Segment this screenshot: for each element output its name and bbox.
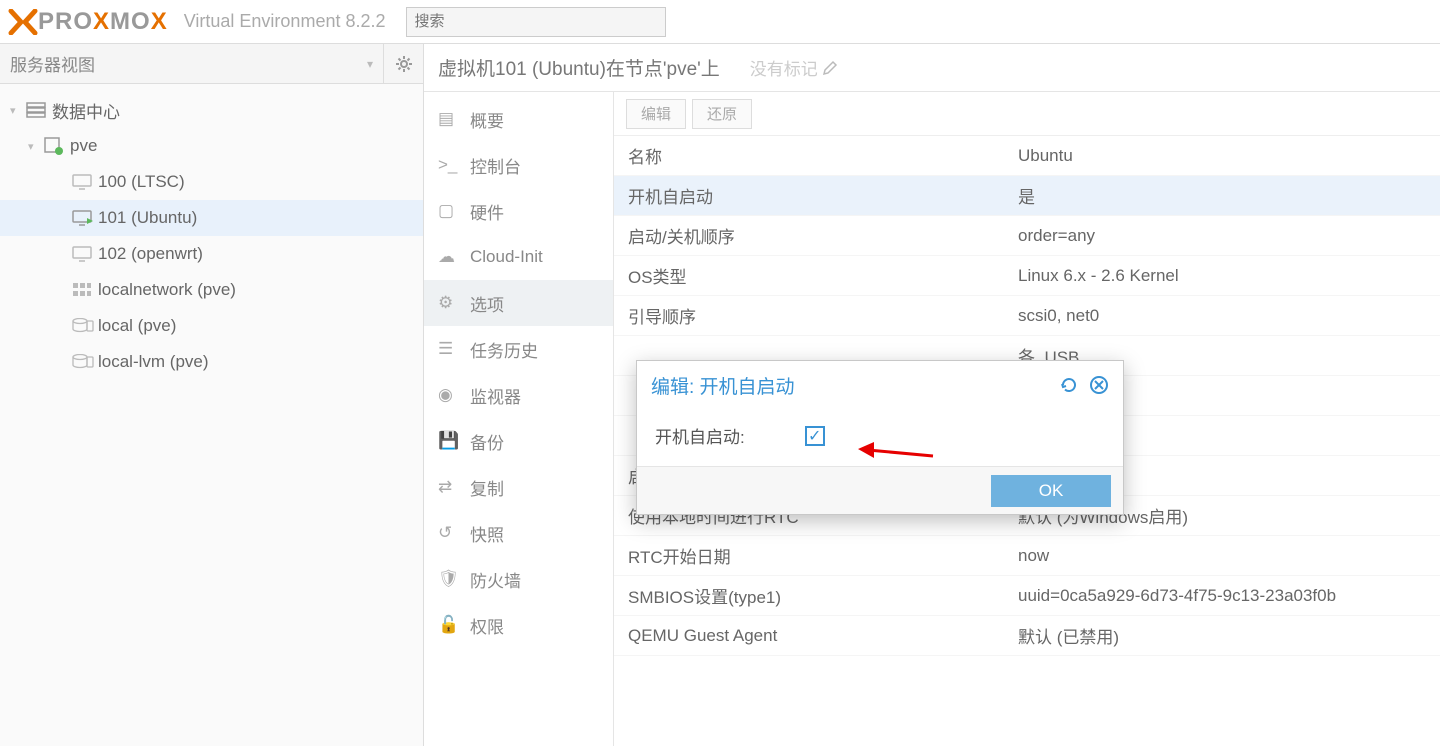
tab-hardware[interactable]: ▢硬件 <box>424 188 613 234</box>
tree-storage-local-lvm[interactable]: local-lvm (pve) <box>0 344 423 380</box>
logo-x-icon <box>8 9 38 35</box>
edit-button[interactable]: 编辑 <box>626 99 686 129</box>
tags-placeholder[interactable]: 没有标记 <box>750 55 838 80</box>
field-label: 开机自启动: <box>655 423 745 448</box>
resource-tree: ▾ 数据中心 ▾ pve 100 (LTSC) 101 (Ubuntu) 102… <box>0 84 423 388</box>
monitor-icon <box>72 174 98 190</box>
cloud-icon: ☁ <box>438 247 458 267</box>
replicate-icon: ⇄ <box>438 477 458 497</box>
close-icon <box>1089 375 1109 395</box>
table-row[interactable]: RTC开始日期now <box>614 536 1440 576</box>
top-bar: PROXMOX Virtual Environment 8.2.2 <box>0 0 1440 44</box>
reset-icon <box>1059 375 1079 395</box>
monitor-running-icon <box>72 210 98 226</box>
settings-gear-button[interactable] <box>383 44 423 84</box>
tree-label: 102 (openwrt) <box>98 244 203 264</box>
tab-replication[interactable]: ⇄复制 <box>424 464 613 510</box>
dialog-titlebar: 编辑: 开机自启动 <box>637 361 1123 409</box>
vm-subnav: ▤概要 >_控制台 ▢硬件 ☁Cloud-Init ⚙选项 ☰任务历史 ◉监视器… <box>424 92 614 746</box>
tree-vm-102[interactable]: 102 (openwrt) <box>0 236 423 272</box>
gear-icon <box>395 55 413 73</box>
tab-summary[interactable]: ▤概要 <box>424 96 613 142</box>
table-row[interactable]: 启动/关机顺序order=any <box>614 216 1440 256</box>
expand-icon: ▾ <box>10 104 26 117</box>
dialog-footer: OK <box>637 466 1123 514</box>
tab-permissions[interactable]: 🔓权限 <box>424 602 613 648</box>
eye-icon: ◉ <box>438 385 458 405</box>
gear-icon: ⚙ <box>438 293 458 313</box>
tree-label: 101 (Ubuntu) <box>98 208 197 228</box>
tab-taskhistory[interactable]: ☰任务历史 <box>424 326 613 372</box>
left-panel: 服务器视图 ▾ ▾ 数据中心 ▾ pve 100 (LTSC) <box>0 44 424 746</box>
tree-label: pve <box>70 136 97 156</box>
datacenter-icon <box>26 102 52 118</box>
tree-label: 100 (LTSC) <box>98 172 185 192</box>
storage-icon <box>72 354 98 370</box>
table-row[interactable]: 名称Ubuntu <box>614 136 1440 176</box>
tree-network[interactable]: localnetwork (pve) <box>0 272 423 308</box>
monitor-icon: ▢ <box>438 201 458 221</box>
tab-cloudinit[interactable]: ☁Cloud-Init <box>424 234 613 280</box>
tree-label: 数据中心 <box>52 98 120 123</box>
tree-label: localnetwork (pve) <box>98 280 236 300</box>
server-icon <box>44 137 70 155</box>
onboot-checkbox[interactable]: ✓ <box>805 426 825 446</box>
env-version: Virtual Environment 8.2.2 <box>184 11 386 32</box>
table-row[interactable]: OS类型Linux 6.x - 2.6 Kernel <box>614 256 1440 296</box>
page-title: 虚拟机101 (Ubuntu)在节点'pve'上 <box>438 54 720 81</box>
table-row[interactable]: SMBIOS设置(type1)uuid=0ca5a929-6d73-4f75-9… <box>614 576 1440 616</box>
tab-options[interactable]: ⚙选项 <box>424 280 613 326</box>
save-icon: 💾 <box>438 431 458 451</box>
network-icon <box>72 282 98 298</box>
pencil-icon <box>822 60 838 76</box>
close-button[interactable] <box>1089 375 1109 395</box>
tree-vm-100[interactable]: 100 (LTSC) <box>0 164 423 200</box>
search-input[interactable] <box>406 7 666 37</box>
content-header: 虚拟机101 (Ubuntu)在节点'pve'上 没有标记 <box>424 44 1440 92</box>
options-toolbar: 编辑 还原 <box>614 92 1440 136</box>
dialog-title-text: 编辑: 开机自启动 <box>651 372 795 399</box>
tab-firewall[interactable]: 🛡防火墙 <box>424 556 613 602</box>
ok-button[interactable]: OK <box>991 475 1111 507</box>
search-box <box>406 7 666 37</box>
view-label: 服务器视图 <box>10 51 95 76</box>
expand-icon: ▾ <box>28 140 44 153</box>
terminal-icon: >_ <box>438 155 458 175</box>
history-icon: ↺ <box>438 523 458 543</box>
logo: PROXMOX <box>0 8 176 36</box>
list-icon: ☰ <box>438 339 458 359</box>
edit-onboot-dialog: 编辑: 开机自启动 开机自启动: ✓ OK <box>636 360 1124 515</box>
tree-vm-101[interactable]: 101 (Ubuntu) <box>0 200 423 236</box>
monitor-icon <box>72 246 98 262</box>
table-row[interactable]: QEMU Guest Agent默认 (已禁用) <box>614 616 1440 656</box>
storage-icon <box>72 318 98 334</box>
tab-console[interactable]: >_控制台 <box>424 142 613 188</box>
reset-button[interactable] <box>1059 375 1079 395</box>
tree-node-pve[interactable]: ▾ pve <box>0 128 423 164</box>
tree-label: local-lvm (pve) <box>98 352 209 372</box>
tree-storage-local[interactable]: local (pve) <box>0 308 423 344</box>
tree-datacenter[interactable]: ▾ 数据中心 <box>0 92 423 128</box>
dialog-body: 开机自启动: ✓ <box>637 409 1123 466</box>
shield-icon: 🛡 <box>438 569 458 589</box>
tab-backup[interactable]: 💾备份 <box>424 418 613 464</box>
chevron-down-icon: ▾ <box>367 57 373 71</box>
table-row[interactable]: 开机自启动是 <box>614 176 1440 216</box>
tab-snapshot[interactable]: ↺快照 <box>424 510 613 556</box>
revert-button[interactable]: 还原 <box>692 99 752 129</box>
tree-label: local (pve) <box>98 316 176 336</box>
logo-text: PROXMOX <box>38 8 168 36</box>
table-row[interactable]: 引导顺序scsi0, net0 <box>614 296 1440 336</box>
unlock-icon: 🔓 <box>438 615 458 635</box>
view-selector: 服务器视图 ▾ <box>0 44 423 84</box>
tags-label: 没有标记 <box>750 55 818 80</box>
book-icon: ▤ <box>438 109 458 129</box>
tab-monitor[interactable]: ◉监视器 <box>424 372 613 418</box>
view-dropdown[interactable]: 服务器视图 ▾ <box>0 51 383 76</box>
